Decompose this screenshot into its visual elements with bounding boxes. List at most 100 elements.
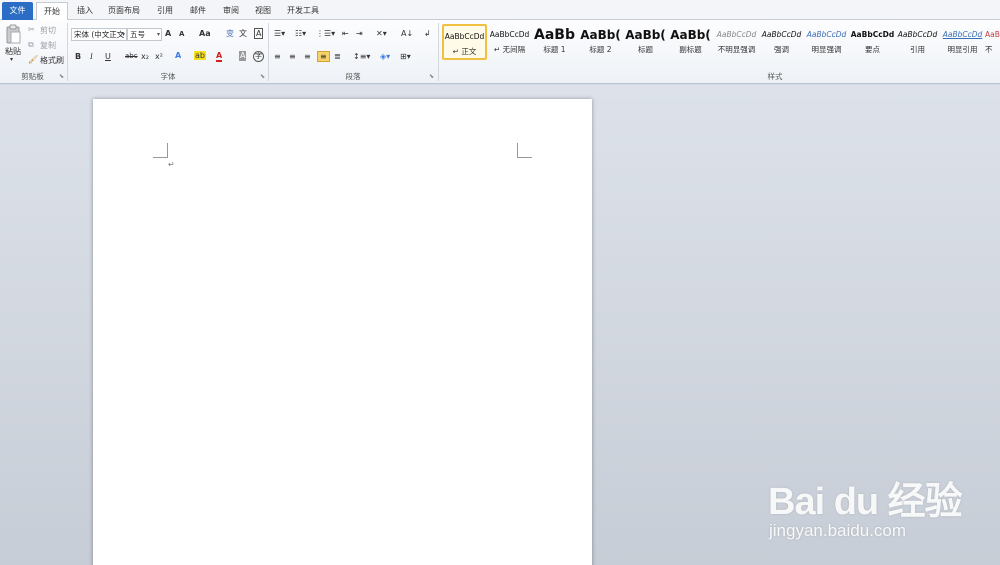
font-color-icon[interactable]: A — [216, 51, 223, 62]
margin-corner-top-right — [517, 143, 532, 158]
justify-icon[interactable]: ≡ — [317, 51, 330, 62]
multilevel-list-icon[interactable]: ⋮☰▾ — [316, 29, 335, 38]
borders-icon[interactable]: ⊞▾ — [400, 52, 411, 61]
line-spacing-icon[interactable]: ↕≡▾ — [353, 52, 370, 61]
style-intense-quote[interactable]: AaBbCcDd 明显引用 — [940, 24, 985, 60]
paragraph-launcher-icon[interactable]: ⬊ — [429, 73, 434, 80]
cut-icon[interactable]: ✂ — [28, 25, 35, 34]
tab-developer[interactable]: 开发工具 — [282, 2, 324, 20]
style-sample: AaBb( — [625, 28, 666, 42]
styles-group-label: 样式 — [767, 72, 783, 81]
phonetic-guide-icon[interactable]: 文 — [239, 28, 247, 39]
style-normal[interactable]: AaBbCcDd ↵ 正文 — [442, 24, 487, 60]
style-sample: AaBbCcDd — [761, 30, 802, 39]
copy-button[interactable]: 复制 — [40, 40, 56, 51]
align-right-icon[interactable]: ≡ — [304, 52, 311, 61]
style-subtitle[interactable]: AaBb( 副标题 — [668, 24, 713, 60]
style-name: 引用 — [910, 45, 925, 54]
distributed-icon[interactable]: ≣ — [334, 52, 341, 61]
tab-view[interactable]: 视图 — [248, 2, 278, 20]
enclose-chars-icon[interactable]: 字 — [253, 51, 264, 62]
paragraph-mark: ↵ — [168, 160, 175, 169]
tab-page-layout[interactable]: 页面布局 — [104, 2, 144, 20]
grow-font-icon[interactable]: A — [165, 29, 171, 38]
tab-mailings[interactable]: 邮件 — [183, 2, 213, 20]
change-case-icon[interactable]: Aa — [199, 29, 211, 38]
font-launcher-icon[interactable]: ⬊ — [260, 73, 265, 80]
decrease-indent-icon[interactable]: ⇤ — [342, 29, 349, 38]
font-size-value: 五号 — [130, 30, 145, 39]
style-name: 明显强调 — [811, 45, 842, 54]
style-sample: AaBbCcDd — [850, 30, 895, 39]
char-shading-icon[interactable]: A — [239, 51, 247, 61]
font-size-combo[interactable]: 五号 ▾ — [127, 28, 162, 41]
style-intense-emphasis[interactable]: AaBbCcDd 明显强调 — [804, 24, 849, 60]
format-painter-icon[interactable]: 🖌 — [28, 55, 38, 64]
chevron-down-icon: ▾ — [156, 31, 160, 38]
font-name-combo[interactable]: 宋体 (中文正文 ▾ — [71, 28, 127, 41]
numbering-icon[interactable]: ☷▾ — [295, 29, 306, 38]
style-sample: AaBbCcDd — [444, 32, 485, 41]
style-no-spacing[interactable]: AaBbCcDd ↵ 无间隔 — [487, 24, 532, 60]
style-sample: AaBb( — [670, 28, 711, 42]
bullets-icon[interactable]: ☰▾ — [274, 29, 285, 38]
bold-icon[interactable]: B — [75, 52, 81, 61]
font-group-label: 字体 — [160, 72, 176, 81]
baidu-watermark-logo: Bai du 经验 — [768, 481, 963, 523]
tab-review[interactable]: 审阅 — [216, 2, 246, 20]
superscript-icon[interactable]: x² — [155, 52, 163, 61]
sort-icon[interactable]: A↓ — [401, 29, 413, 38]
clipboard-launcher-icon[interactable]: ⬊ — [59, 73, 64, 80]
style-name: 不明显强调 — [717, 45, 756, 54]
style-quote[interactable]: AaBbCcDd 引用 — [895, 24, 940, 60]
italic-icon[interactable]: I — [90, 52, 93, 61]
align-center-icon[interactable]: ≡ — [289, 52, 296, 61]
clear-format-icon[interactable]: 变 — [226, 28, 234, 39]
document-page[interactable]: ↵ — [93, 99, 592, 565]
paste-icon[interactable] — [3, 23, 23, 45]
style-name: 明显引用 — [947, 45, 978, 54]
style-partial[interactable]: AaBb 不 — [985, 24, 1000, 60]
style-sample: AaBb — [534, 27, 575, 43]
highlight-icon[interactable]: ab — [194, 51, 206, 60]
style-name: 强调 — [774, 45, 789, 54]
increase-indent-icon[interactable]: ⇥ — [356, 29, 363, 38]
clipboard-group-label: 剪贴板 — [21, 72, 44, 81]
strikethrough-icon[interactable]: abc — [125, 52, 138, 60]
tab-home[interactable]: 开始 — [36, 2, 68, 21]
ribbon-home: 粘贴 ▾ ✂ 剪切 ⧉ 复制 🖌 格式刷 剪贴板 ⬊ 宋体 (中文正文 ▾ 五号 ▾… — [0, 20, 1000, 84]
underline-icon[interactable]: U — [105, 52, 111, 61]
ribbon-tab-bar: 文件 开始 插入 页面布局 引用 邮件 审阅 视图 开发工具 — [0, 0, 1000, 21]
copy-icon[interactable]: ⧉ — [28, 40, 34, 50]
format-painter-button[interactable]: 格式刷 — [40, 55, 64, 66]
style-name: ↵ 无间隔 — [493, 45, 526, 54]
style-name: 标题 — [638, 45, 653, 54]
align-left-icon[interactable]: ≡ — [274, 52, 281, 61]
shading-icon[interactable]: ◈▾ — [380, 52, 390, 61]
style-heading-1[interactable]: AaBb 标题 1 — [532, 24, 577, 60]
shrink-font-icon[interactable]: A — [179, 30, 184, 38]
style-heading-2[interactable]: AaBb( 标题 2 — [578, 24, 623, 60]
text-effect-icon[interactable]: A — [175, 51, 181, 60]
show-marks-icon[interactable]: ↲ — [424, 29, 431, 38]
margin-corner-top-left — [153, 143, 168, 158]
style-sample: AaBbCcDd — [806, 30, 847, 39]
chinese-layout-icon[interactable]: ✕▾ — [376, 29, 387, 38]
style-strong[interactable]: AaBbCcDd 要点 — [850, 24, 895, 60]
style-sample: AaBbCcDd — [897, 30, 938, 39]
tab-references[interactable]: 引用 — [150, 2, 180, 20]
paste-dropdown-icon[interactable]: ▾ — [10, 56, 13, 63]
tab-insert[interactable]: 插入 — [70, 2, 100, 20]
char-border-icon[interactable]: A — [254, 28, 264, 39]
style-name: 副标题 — [679, 45, 702, 54]
style-title[interactable]: AaBb( 标题 — [623, 24, 668, 60]
style-name: 标题 1 — [543, 45, 566, 54]
font-name-value: 宋体 (中文正文 — [74, 30, 125, 39]
style-name: ↵ 正文 — [452, 47, 477, 56]
cut-button[interactable]: 剪切 — [40, 25, 56, 36]
style-sample: AaBbCcDd — [942, 30, 983, 39]
tab-file[interactable]: 文件 — [2, 2, 33, 20]
style-emphasis[interactable]: AaBbCcDd 强调 — [759, 24, 804, 60]
subscript-icon[interactable]: x₂ — [141, 52, 149, 61]
style-subtle-emphasis[interactable]: AaBbCcDd 不明显强调 — [714, 24, 759, 60]
